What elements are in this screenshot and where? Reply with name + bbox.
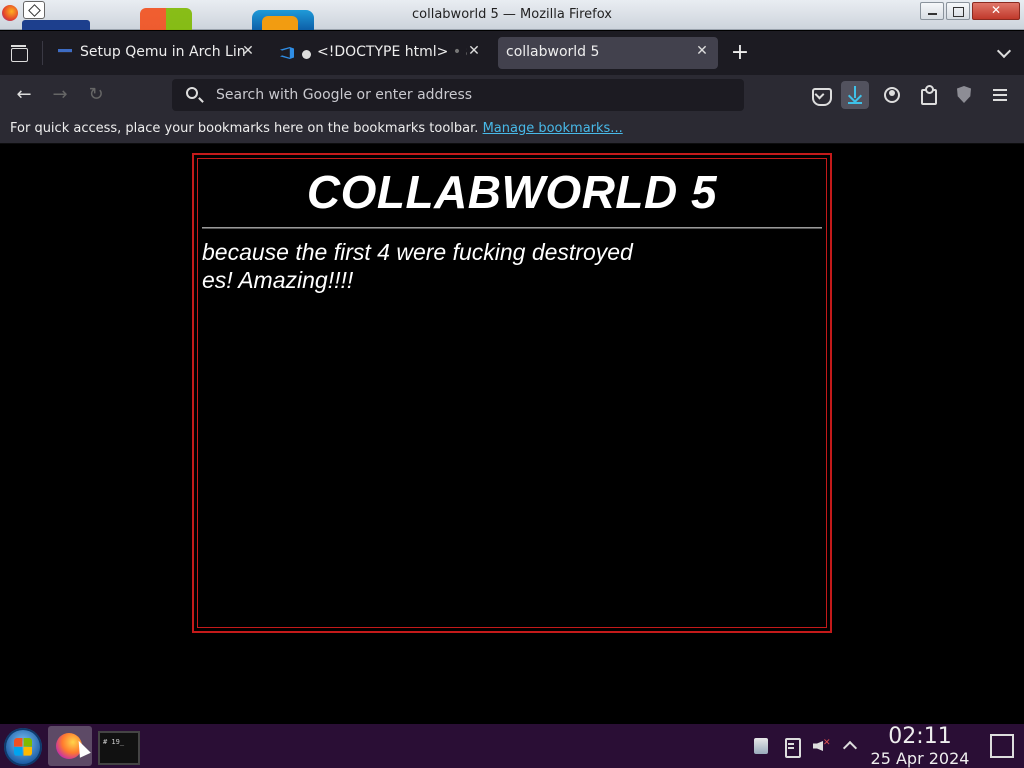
url-input[interactable]: [216, 85, 716, 105]
window-title: collabworld 5 — Mozilla Firefox: [412, 7, 612, 22]
pocket-icon[interactable]: [806, 81, 834, 109]
forward-button[interactable]: →: [46, 81, 74, 109]
search-icon: [186, 87, 198, 99]
tab-setup-qemu[interactable]: Setup Qemu in Arch Linu ✕: [48, 37, 264, 69]
taskbar-clock[interactable]: 02:11 25 Apr 2024: [864, 724, 976, 768]
tab-label: collabworld 5: [506, 44, 600, 60]
window-titlebar: collabworld 5 — Mozilla Firefox: [0, 0, 1024, 30]
tab-collabworld-5[interactable]: collabworld 5 ✕: [498, 37, 718, 69]
page-frame-inner: COLLABWORLD 5 because the first 4 were f…: [197, 158, 827, 628]
tab-label: Setup Qemu in Arch Linu: [80, 44, 245, 60]
clock-date: 25 Apr 2024: [870, 749, 970, 768]
bookmarks-hint: For quick access, place your bookmarks h…: [10, 121, 623, 136]
tab-strip: Setup Qemu in Arch Linu ✕ <!DOCTYPE html…: [0, 31, 1024, 75]
hamburger-menu-icon[interactable]: [986, 81, 1014, 109]
close-window-button[interactable]: [972, 2, 1020, 20]
page-content: COLLABWORLD 5 because the first 4 were f…: [0, 145, 1024, 724]
extensions-icon[interactable]: [914, 81, 942, 109]
clock-time: 02:11: [888, 724, 952, 749]
tab-doctype-html[interactable]: <!DOCTYPE html> • a ✕: [270, 37, 490, 69]
page-frame: COLLABWORLD 5 because the first 4 were f…: [192, 153, 832, 633]
new-tab-button[interactable]: +: [730, 41, 750, 65]
clipboard-notes-icon[interactable]: [751, 736, 771, 756]
address-bar[interactable]: [172, 79, 744, 111]
unsaved-dot-icon: [302, 50, 311, 59]
minimize-button[interactable]: [920, 2, 944, 20]
tab-separator: [42, 41, 43, 65]
firefox-view-icon[interactable]: [8, 43, 30, 63]
page-text-line: because the first 4 were fucking destroy…: [202, 239, 633, 265]
site-favicon-icon: [58, 49, 72, 53]
close-tab-icon[interactable]: ✕: [694, 43, 710, 61]
show-desktop-button[interactable]: [990, 734, 1014, 758]
start-menu-button[interactable]: [4, 728, 42, 766]
close-tab-icon[interactable]: ✕: [240, 43, 256, 61]
volume-muted-icon[interactable]: [811, 736, 831, 756]
tab-label: <!DOCTYPE html> • a: [317, 44, 467, 60]
close-tab-icon[interactable]: ✕: [466, 43, 482, 61]
clipboard-icon[interactable]: [781, 736, 801, 758]
vscode-icon: [280, 46, 294, 60]
taskbar: 02:11 25 Apr 2024: [0, 724, 1024, 768]
ublock-origin-icon[interactable]: [950, 81, 978, 109]
maximize-button[interactable]: [946, 2, 970, 20]
bookmarks-hint-text: For quick access, place your bookmarks h…: [10, 121, 479, 136]
account-icon[interactable]: [878, 81, 906, 109]
bookmarks-toolbar: For quick access, place your bookmarks h…: [0, 115, 1024, 144]
taskbar-terminal-icon[interactable]: [95, 726, 140, 766]
horizontal-rule: [202, 227, 822, 229]
tray-expand-icon[interactable]: [840, 736, 860, 756]
page-heading: COLLABWORLD 5: [306, 166, 718, 218]
downloads-icon[interactable]: [841, 81, 869, 109]
back-button[interactable]: ←: [10, 81, 38, 109]
page-text-line: es! Amazing!!!!: [202, 267, 354, 293]
list-all-tabs-chevron-icon[interactable]: [995, 44, 1013, 62]
manage-bookmarks-link[interactable]: Manage bookmarks...: [483, 121, 623, 136]
reload-button[interactable]: ↻: [82, 81, 110, 109]
navigation-toolbar: ← → ↻: [0, 75, 1024, 115]
